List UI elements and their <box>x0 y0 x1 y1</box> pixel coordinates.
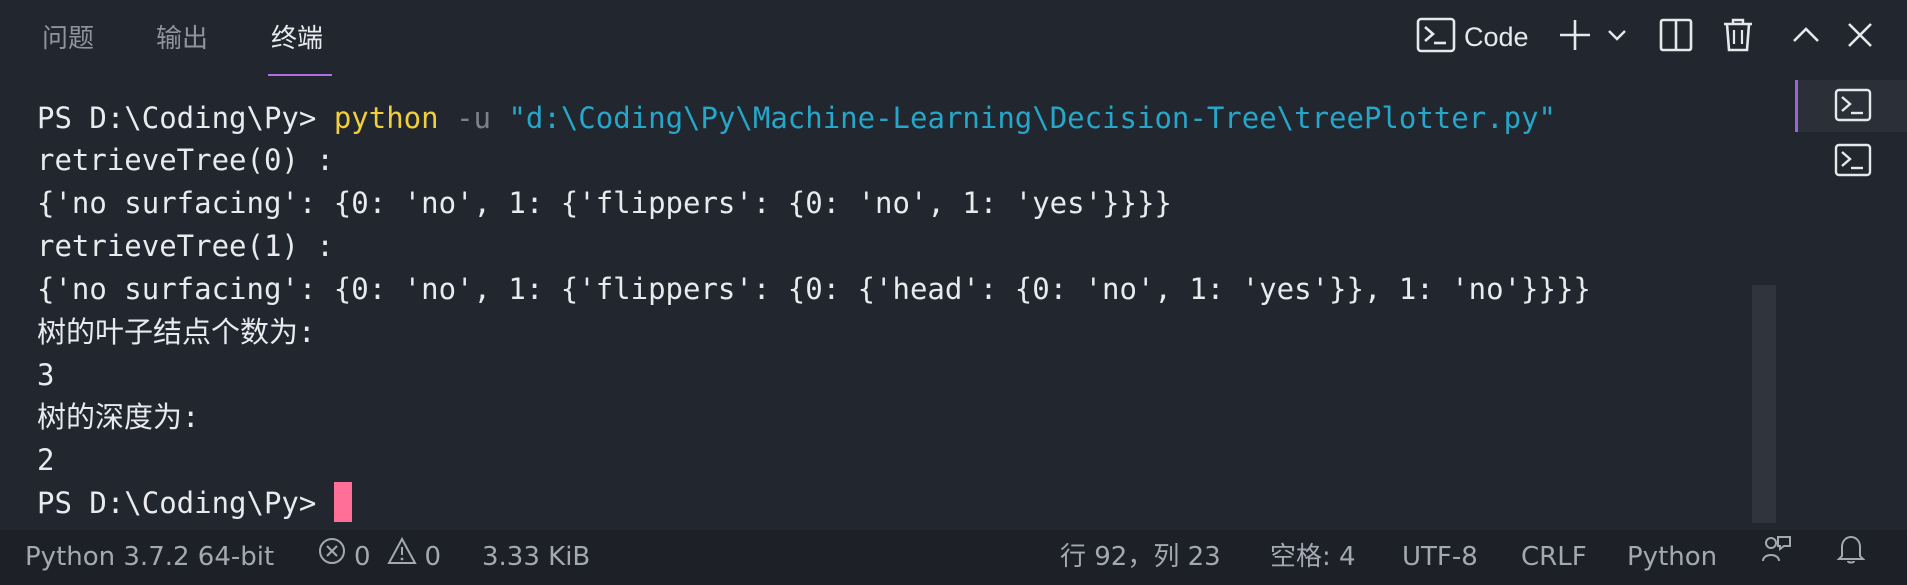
output-line: {'no surfacing': {0: 'no', 1: {'flippers… <box>37 272 1591 306</box>
python-interpreter-status[interactable]: Python 3.7.2 64-bit <box>25 530 274 585</box>
split-terminal-button[interactable] <box>1656 14 1696 60</box>
new-terminal-button[interactable] <box>1555 14 1595 60</box>
active-tab-indicator <box>268 74 332 76</box>
chevron-up-icon <box>1791 20 1821 54</box>
maximize-panel-button[interactable] <box>1786 14 1826 60</box>
indentation-status[interactable]: 空格: 4 <box>1270 530 1356 585</box>
output-line: 树的叶子结点个数为: <box>37 315 316 349</box>
plus-icon <box>1557 17 1593 57</box>
output-line: 树的深度为: <box>37 400 200 434</box>
error-icon <box>318 530 346 585</box>
output-line: 2 <box>37 443 55 477</box>
shell-name-label: Code <box>1464 21 1529 52</box>
language-mode-status[interactable]: Python <box>1627 530 1717 585</box>
terminal-icon <box>1834 143 1872 181</box>
notifications-button[interactable] <box>1836 530 1866 585</box>
problems-status[interactable]: 0 0 <box>318 530 441 585</box>
feedback-button[interactable] <box>1760 530 1792 585</box>
terminal-cursor <box>333 482 352 522</box>
close-panel-button[interactable] <box>1840 14 1880 60</box>
tab-output[interactable]: 输出 <box>156 18 208 55</box>
terminal-scrollbar[interactable] <box>1752 285 1776 523</box>
terminal-instance-1[interactable] <box>1830 84 1876 130</box>
output-line: retrieveTree(0) : <box>37 143 334 177</box>
terminal-dropdown-button[interactable] <box>1600 14 1634 60</box>
output-line: {'no surfacing': {0: 'no', 1: {'flippers… <box>37 186 1172 220</box>
close-icon <box>1846 21 1874 53</box>
terminal-instance-2[interactable] <box>1830 139 1876 185</box>
eol-status[interactable]: CRLF <box>1521 530 1587 585</box>
command-line: PS D:\Coding\Py> python -u "d:\Coding\Py… <box>37 97 1556 139</box>
output-line: retrieveTree(1) : <box>37 229 334 263</box>
terminal-output[interactable]: PS D:\Coding\Py> python -u "d:\Coding\Py… <box>0 80 1795 530</box>
status-bar: Python 3.7.2 64-bit 0 0 3.33 KiB 行 92，列 … <box>0 530 1907 585</box>
warning-count: 0 <box>424 542 442 572</box>
terminal-shell-selector[interactable]: Code <box>1416 14 1576 60</box>
panel-tab-bar: 问题 输出 终端 Code <box>0 0 1907 80</box>
trash-icon <box>1722 17 1754 57</box>
command-flag: -u <box>456 101 491 135</box>
terminal-icon <box>1834 88 1872 126</box>
split-icon <box>1659 18 1693 56</box>
terminal-instance-active-indicator <box>1795 80 1798 132</box>
warning-icon <box>386 530 417 585</box>
tab-problems[interactable]: 问题 <box>42 18 94 55</box>
output-line: 3 <box>37 358 55 392</box>
feedback-icon <box>1760 530 1792 585</box>
bell-icon <box>1836 530 1866 585</box>
command-text: python <box>333 101 439 135</box>
chevron-down-icon <box>1606 24 1628 50</box>
prompt: PS D:\Coding\Py> <box>37 101 317 135</box>
kill-terminal-button[interactable] <box>1718 14 1758 60</box>
command-path: "d:\Coding\Py\Machine-Learning\Decision-… <box>508 101 1557 135</box>
terminal-icon <box>1416 17 1456 57</box>
tab-terminal[interactable]: 终端 <box>271 18 323 55</box>
error-count: 0 <box>354 542 371 572</box>
encoding-status[interactable]: UTF-8 <box>1402 530 1478 585</box>
cursor-position-status[interactable]: 行 92，列 23 <box>1060 530 1221 585</box>
prompt: PS D:\Coding\Py> <box>37 486 317 520</box>
file-size-status[interactable]: 3.33 KiB <box>482 530 590 585</box>
prompt-line: PS D:\Coding\Py> <box>37 482 352 524</box>
